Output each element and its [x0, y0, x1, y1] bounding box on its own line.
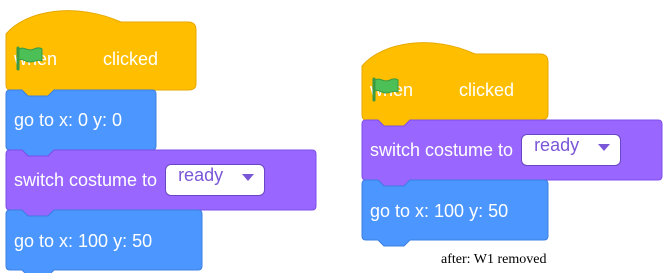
- block-label: switch costume to: [370, 139, 514, 160]
- switch-costume-block[interactable]: switch costume to ready: [5, 149, 317, 217]
- go-to-xy-block[interactable]: go to x: 100 y: 50: [5, 209, 203, 273]
- costume-dropdown[interactable]: ready: [165, 164, 266, 196]
- block-label: go to x: 100 y: 50: [14, 230, 153, 251]
- go-to-xy-block[interactable]: go to x: 100 y: 50: [361, 179, 549, 247]
- dropdown-arrow-icon: [598, 144, 611, 151]
- costume-dropdown[interactable]: ready: [521, 134, 622, 166]
- hat-clicked-label: clicked: [459, 79, 515, 100]
- block-label: go to x: 100 y: 50: [370, 200, 509, 221]
- hat-clicked-label: clicked: [103, 48, 159, 69]
- caption: after: W1 removed: [441, 252, 547, 267]
- when-flag-clicked-hat-block[interactable]: when clicked: [361, 36, 549, 127]
- green-flag-icon: [16, 46, 97, 72]
- block-label: switch costume to: [14, 169, 158, 190]
- dropdown-arrow-icon: [242, 174, 255, 181]
- when-flag-clicked-hat-block[interactable]: when clicked: [5, 4, 197, 97]
- dropdown-value: ready: [534, 135, 580, 155]
- block-label: go to x: 0 y: 0: [14, 109, 123, 130]
- green-flag-icon: [372, 77, 453, 103]
- switch-costume-block[interactable]: switch costume to ready: [361, 119, 663, 187]
- dropdown-value: ready: [178, 165, 224, 185]
- go-to-xy-block[interactable]: go to x: 0 y: 0: [5, 89, 157, 157]
